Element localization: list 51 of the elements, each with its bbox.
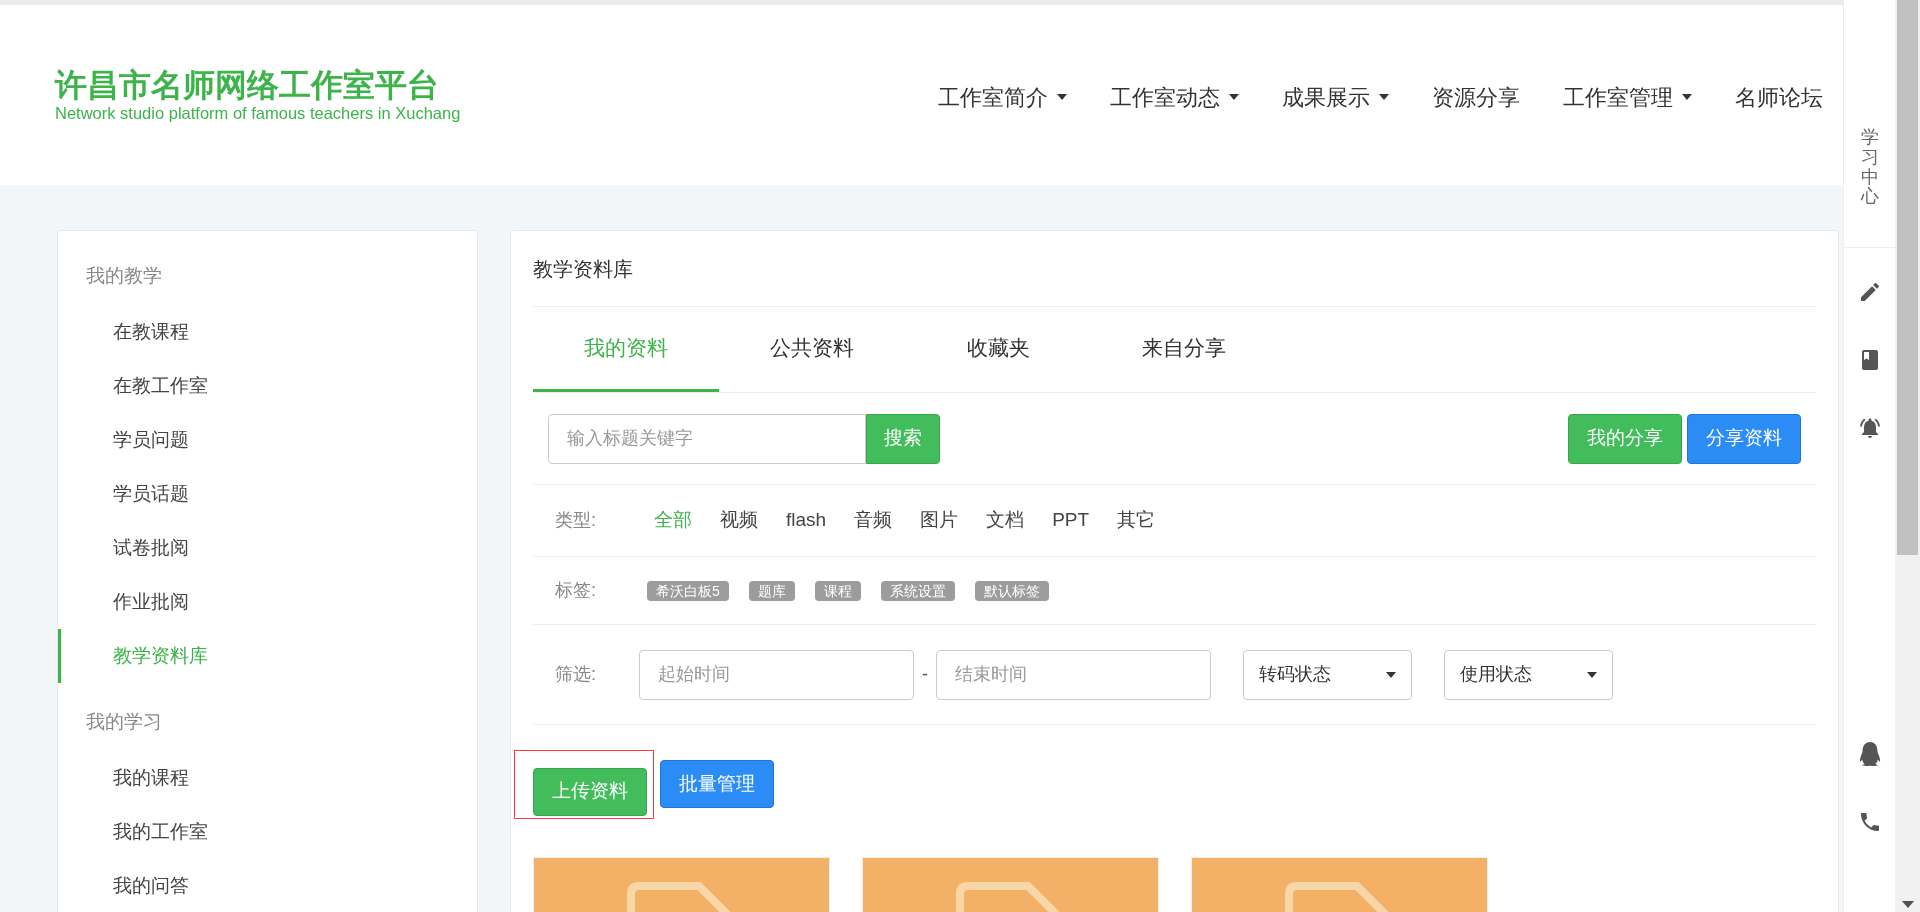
nav-link[interactable]: 资源分享	[1432, 80, 1520, 114]
status-select[interactable]: 使用状态	[1444, 649, 1613, 700]
sidebar-item[interactable]: 试卷批阅	[58, 521, 477, 575]
type-option[interactable]: PPT	[1052, 506, 1090, 535]
type-option[interactable]: 其它	[1117, 506, 1156, 535]
learning-center-label[interactable]: 学习中心	[1860, 128, 1879, 247]
scrollbar-thumb[interactable]	[1897, 0, 1918, 555]
bell-icon[interactable]	[1857, 416, 1882, 440]
sidebar-item[interactable]: 学员话题	[58, 467, 477, 521]
type-option[interactable]: 音频	[854, 506, 893, 535]
nav-link[interactable]: 成果展示	[1282, 80, 1389, 114]
nav-link[interactable]: 工作室简介	[938, 80, 1067, 114]
caret-icon	[1057, 94, 1067, 100]
sidebar-item[interactable]: 在教课程	[58, 305, 477, 359]
caret-icon	[1229, 94, 1239, 100]
logo-subtitle: Network studio platform of famous teachers in Xuchang	[55, 103, 461, 123]
filter-label: 类型:	[555, 509, 597, 532]
sidebar-item[interactable]: 学员问题	[58, 413, 477, 467]
nav-link[interactable]: 工作室动态	[1110, 80, 1239, 114]
tab[interactable]: 收藏夹	[905, 307, 1091, 392]
caret-icon	[1379, 94, 1389, 100]
end-date-field[interactable]: 结束时间	[936, 649, 1211, 700]
sidebar-item[interactable]: 我的课程	[58, 751, 477, 805]
range-separator: -	[922, 663, 928, 686]
sidebar-item[interactable]: 我的工作室	[58, 805, 477, 859]
scrollbar[interactable]	[1895, 0, 1920, 912]
caret-icon	[1386, 671, 1396, 678]
type-option[interactable]: flash	[786, 506, 827, 535]
sidebar-item[interactable]: 在教工作室	[58, 359, 477, 413]
status-select[interactable]: 转码状态	[1243, 649, 1412, 700]
sidebar-group-title: 我的教学	[85, 264, 163, 288]
sidebar-group-title: 我的学习	[85, 710, 163, 734]
sidebar-item[interactable]: 作业批阅	[58, 575, 477, 629]
caret-icon	[1682, 94, 1692, 100]
nav-link[interactable]: 名师论坛	[1735, 80, 1823, 114]
scroll-down-icon[interactable]	[1901, 901, 1914, 908]
logo-title: 许昌市名师网络工作室平台	[55, 67, 440, 103]
tab[interactable]: 公共资料	[719, 307, 905, 392]
type-option[interactable]: 视频	[720, 506, 758, 535]
sidebar-item[interactable]: 我的问答	[58, 859, 477, 912]
tab[interactable]: 来自分享	[1091, 307, 1277, 392]
panel-title: 教学资料库	[533, 256, 633, 282]
type-option[interactable]: 图片	[920, 506, 959, 535]
penguin-icon[interactable]	[1857, 742, 1882, 766]
filter-label: 标签:	[555, 579, 597, 602]
nav-link[interactable]: 工作室管理	[1563, 80, 1692, 114]
filter-label: 筛选:	[555, 663, 597, 686]
caret-icon	[1587, 671, 1597, 678]
type-option[interactable]: 文档	[986, 506, 1025, 535]
search-field[interactable]: 输入标题关键字	[548, 413, 866, 464]
start-date-field[interactable]: 起始时间	[639, 649, 914, 700]
